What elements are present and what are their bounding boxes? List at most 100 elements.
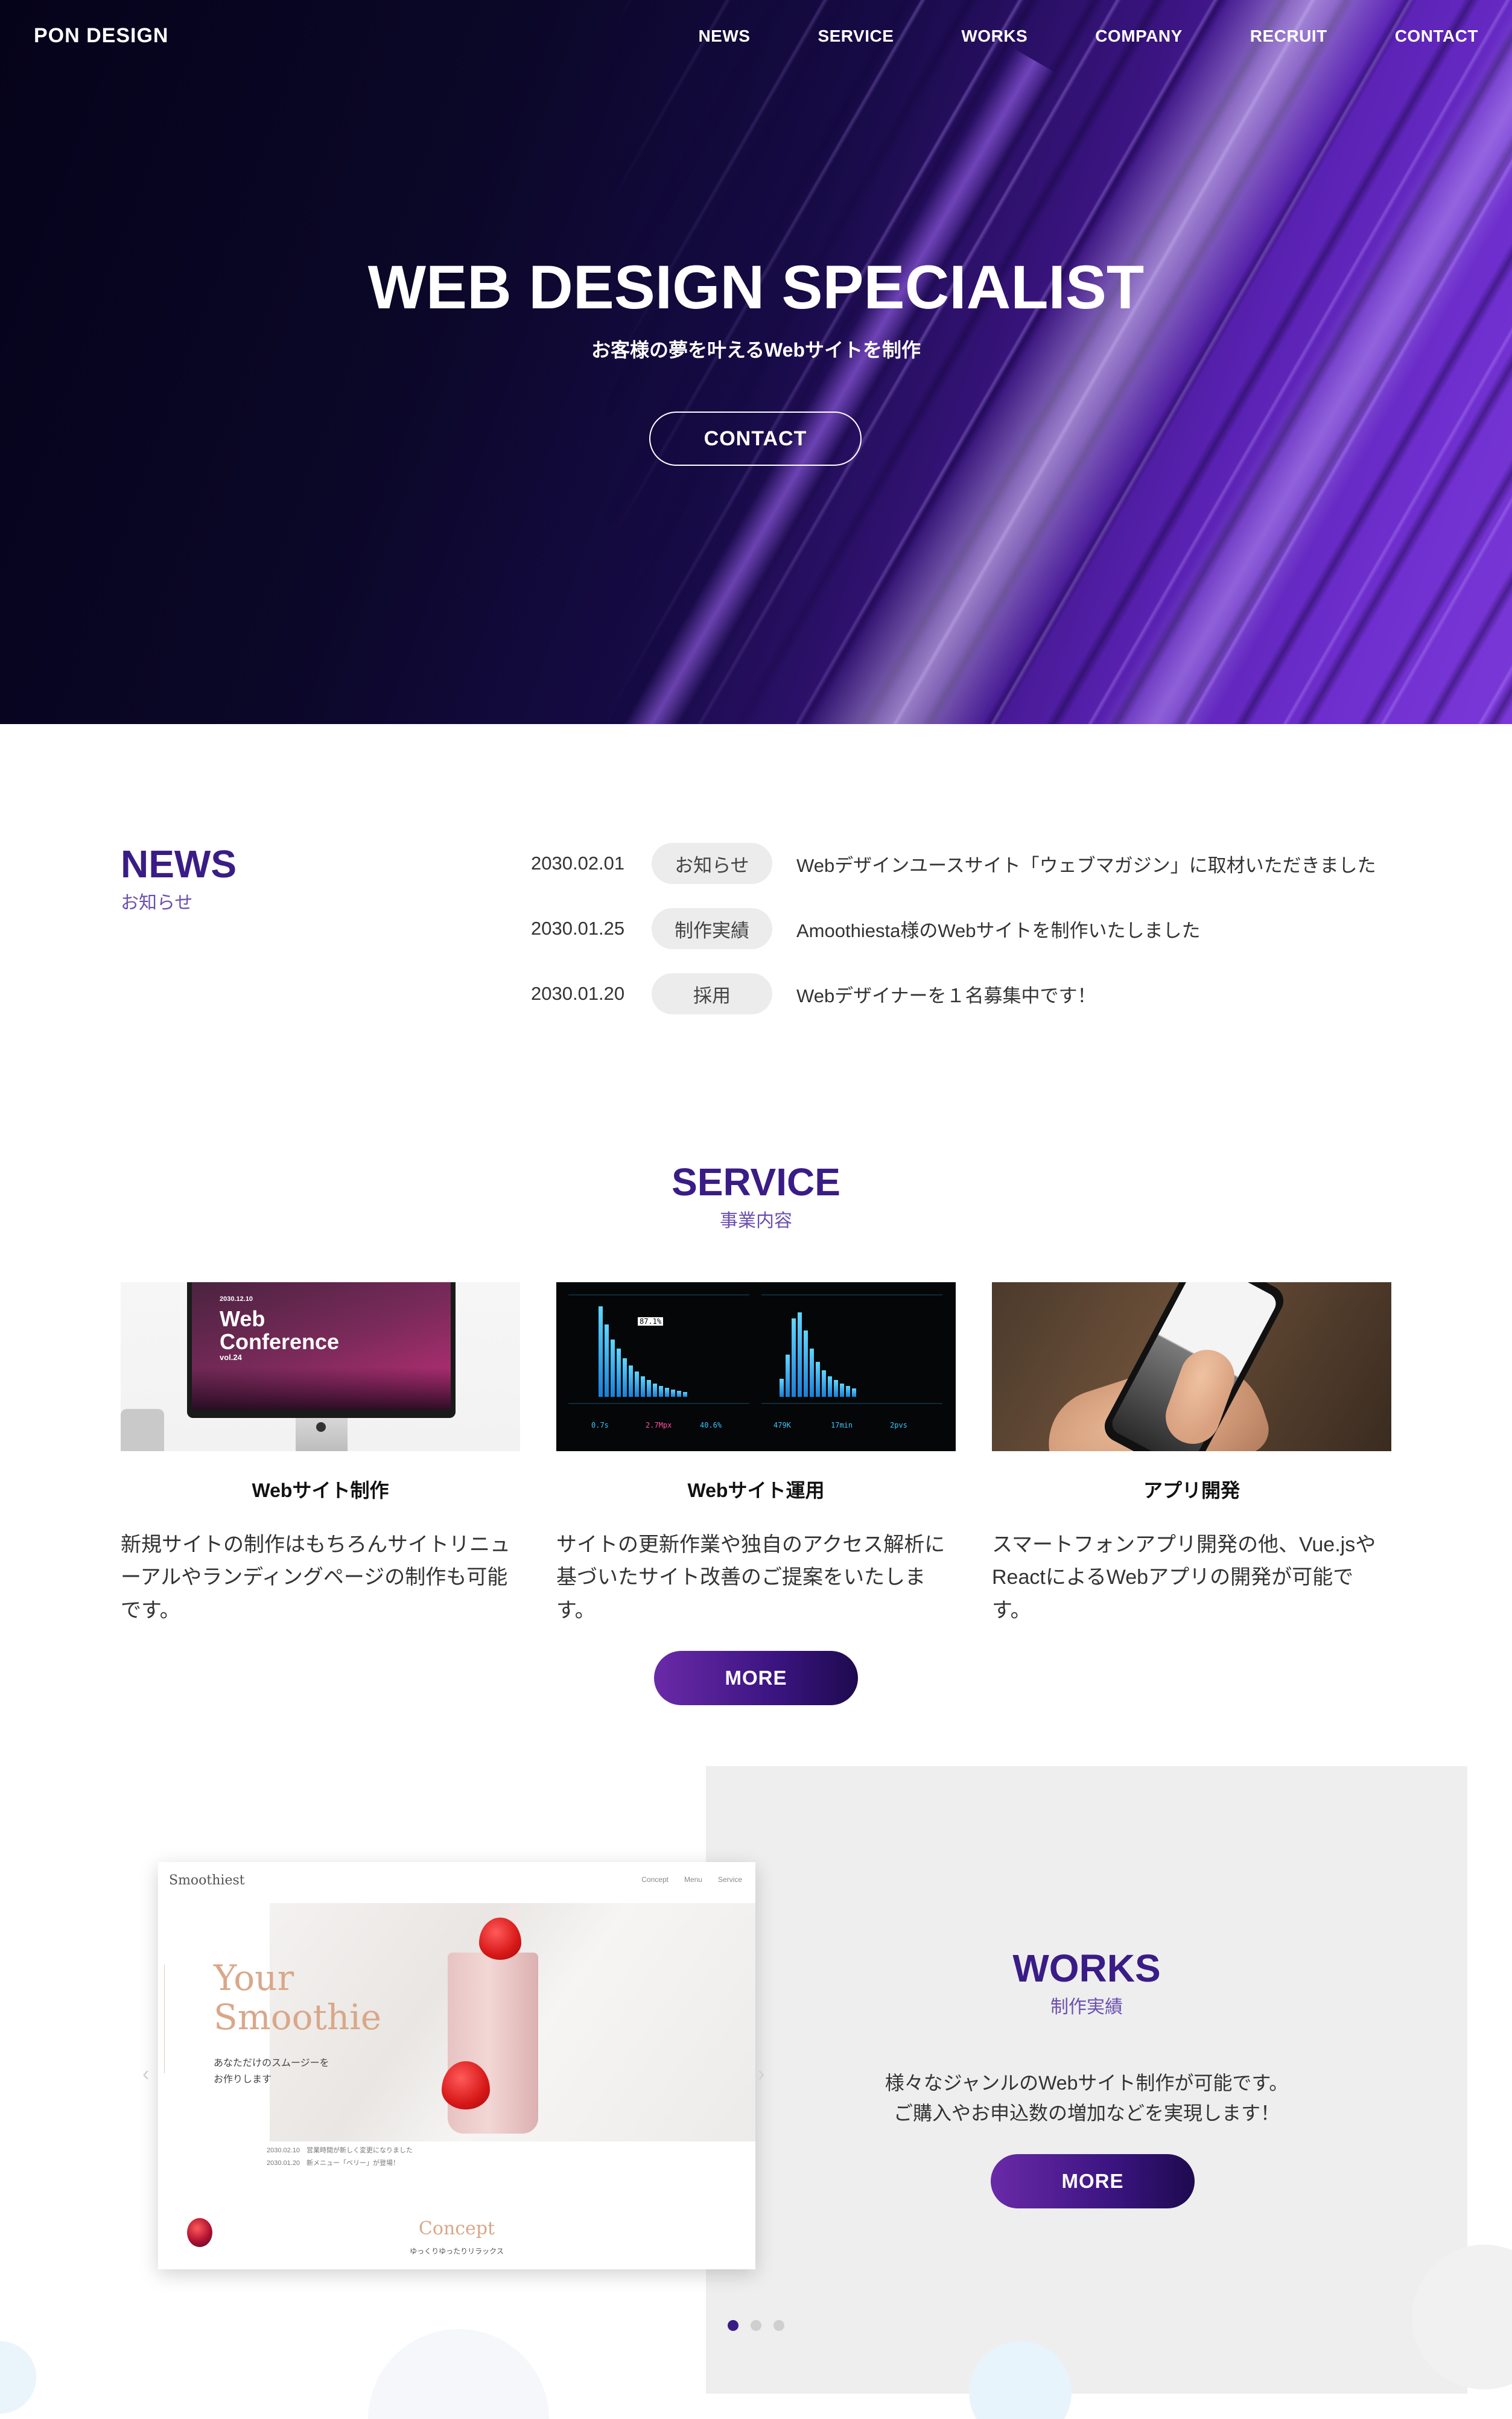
dashboard-stat: 479K	[773, 1421, 791, 1429]
mock-logo: Smoothiest	[169, 1873, 245, 1888]
monitor-shape: 2030.12.10 Web Conference vol.24	[187, 1282, 456, 1418]
mock-copy-line: お作りします	[214, 2074, 272, 2085]
works-slide-smoothie-site[interactable]: Smoothiest Concept Menu Service Your Smo…	[158, 1862, 755, 2269]
global-nav: NEWS SERVICE WORKS COMPANY RECRUIT CONTA…	[698, 27, 1478, 46]
news-date: 2030.01.25	[531, 918, 625, 939]
hero-subtitle: お客様の夢を叶えるWebサイトを制作	[591, 339, 921, 361]
works-description-line: 様々なジャンルのWebサイト制作が可能です。	[885, 2072, 1289, 2094]
works-more-button[interactable]: MORE	[991, 2154, 1195, 2208]
mock-news-line: 2030.01.20 新メニュー「ベリー」が登場！	[267, 2159, 400, 2167]
service-card-title: Webサイト運用	[687, 1480, 825, 1501]
news-link[interactable]: Webデザインユースサイト「ウェブマガジン」に取材いただきました	[796, 850, 1376, 877]
dashboard-gridline	[568, 1294, 749, 1295]
dashboard-stat: 40.6%	[700, 1421, 722, 1429]
service-image-monitor: 2030.12.10 Web Conference vol.24	[121, 1282, 520, 1451]
nav-contact[interactable]: CONTACT	[1395, 27, 1478, 46]
service-card-text: 新規サイトの制作はもちろんサイトリニューアルやランディングページの制作も可能です…	[121, 1533, 510, 1622]
dashboard-badge: 87.1%	[638, 1317, 664, 1326]
nav-works[interactable]: WORKS	[961, 27, 1028, 46]
mock-nav-item: Concept	[641, 1875, 669, 1884]
mock-title: Your Smoothie	[214, 1959, 381, 2037]
service-card-title: アプリ開発	[1143, 1480, 1240, 1501]
news-item[interactable]: 2030.01.20 採用 Webデザイナーを１名募集中です！	[531, 972, 1400, 1016]
service-card-web-operation: 87.1% 0.7s 2.7Mpx 40.6% 479K 17min 2pvs …	[556, 1282, 956, 1627]
news-title: NEWS	[121, 842, 237, 886]
hero-section: PON DESIGN NEWS SERVICE WORKS COMPANY RE…	[0, 0, 1512, 724]
mock-title-line: Smoothie	[214, 1996, 382, 2038]
crowd-shape	[192, 1367, 451, 1410]
works-description-line: ご購入やお申込数の増加などを実現します！	[893, 2102, 1280, 2124]
carousel-dots	[728, 2320, 784, 2331]
service-cards: 2030.12.10 Web Conference vol.24 Webサイト制…	[121, 1282, 1391, 1627]
works-description: 様々なジャンルのWebサイト制作が可能です。 ご購入やお申込数の増加などを実現し…	[706, 2068, 1467, 2128]
news-link[interactable]: Amoothiesta様のWebサイトを制作いたしました	[796, 915, 1201, 942]
site-logo[interactable]: PON DESIGN	[34, 24, 168, 48]
mock-nav: Concept Menu Service	[641, 1875, 742, 1884]
service-card-web-production: 2030.12.10 Web Conference vol.24 Webサイト制…	[121, 1282, 520, 1627]
nav-news[interactable]: NEWS	[698, 27, 750, 46]
decorative-circle	[368, 2329, 549, 2419]
service-card-app-development: アプリ開発 スマートフォンアプリ開発の他、Vue.jsやReactによるWebア…	[992, 1282, 1391, 1627]
mock-news: 2030.02.10 営業時間が新しく変更になりました 2030.01.20 新…	[267, 2144, 413, 2170]
mock-news-line: 2030.02.10 営業時間が新しく変更になりました	[267, 2147, 413, 2154]
service-title: SERVICE	[672, 1160, 840, 1204]
carousel-prev-icon[interactable]: ‹	[142, 2062, 149, 2086]
news-date: 2030.01.20	[531, 983, 625, 1004]
service-card-text: サイトの更新作業や独自のアクセス解析に基づいたサイト改善のご提案をいたします。	[556, 1533, 945, 1622]
decorative-circle	[0, 2341, 36, 2414]
news-category-badge: 制作実績	[652, 908, 772, 949]
news-item[interactable]: 2030.01.25 制作実績 Amoothiesta様のWebサイトを制作いた…	[531, 907, 1400, 950]
service-card-title: Webサイト制作	[252, 1480, 389, 1501]
news-category-badge: 採用	[652, 973, 772, 1014]
nav-service[interactable]: SERVICE	[818, 27, 894, 46]
news-item[interactable]: 2030.02.01 お知らせ Webデザインユースサイト「ウェブマガジン」に取…	[531, 842, 1400, 885]
hero-contact-button[interactable]: CONTACT	[649, 412, 862, 466]
mock-concept-sub: ゆっくりゆったりリラックス	[410, 2247, 504, 2255]
speaker-shape	[121, 1409, 164, 1451]
dashboard-stat: 17min	[831, 1421, 853, 1429]
service-more-button[interactable]: MORE	[654, 1651, 858, 1705]
conference-line-2: Conference	[220, 1329, 340, 1354]
apple-logo-icon	[316, 1422, 326, 1432]
dashboard-bar-chart-right	[780, 1306, 856, 1397]
carousel-dot-1[interactable]	[728, 2320, 739, 2331]
news-category-badge: お知らせ	[652, 843, 772, 884]
works-title: WORKS	[1012, 1947, 1161, 1990]
service-card-text: スマートフォンアプリ開発の他、Vue.jsやReactによるWebアプリの開発が…	[992, 1533, 1376, 1622]
works-heading: WORKS 制作実績	[706, 1946, 1467, 2018]
news-list: 2030.02.01 お知らせ Webデザインユースサイト「ウェブマガジン」に取…	[531, 842, 1400, 1037]
service-subtitle: 事業内容	[720, 1211, 792, 1231]
dashboard-bar-chart-left	[599, 1300, 687, 1397]
news-heading: NEWS お知らせ	[121, 842, 237, 914]
dashboard-stat: 2.7Mpx	[646, 1421, 672, 1429]
dashboard-gridline	[761, 1294, 942, 1295]
dashboard-gridline	[761, 1403, 942, 1404]
news-subtitle: お知らせ	[121, 893, 193, 913]
service-heading: SERVICE 事業内容	[0, 1160, 1512, 1232]
works-subtitle: 制作実績	[1050, 1997, 1123, 2017]
mock-concept-heading: Concept	[418, 2218, 495, 2239]
conference-screen: 2030.12.10 Web Conference vol.24	[192, 1282, 451, 1410]
service-image-dashboard: 87.1% 0.7s 2.7Mpx 40.6% 479K 17min 2pvs	[556, 1282, 956, 1451]
dashboard-gridline	[568, 1403, 749, 1404]
service-image-smartphone	[992, 1282, 1391, 1451]
dashboard-stat: 2pvs	[890, 1421, 907, 1429]
conference-date: 2030.12.10	[220, 1295, 253, 1303]
news-date: 2030.02.01	[531, 853, 625, 874]
nav-company[interactable]: COMPANY	[1095, 27, 1183, 46]
mock-vertical-line	[164, 1965, 173, 2073]
mock-nav-item: Menu	[684, 1875, 702, 1884]
news-link[interactable]: Webデザイナーを１名募集中です！	[796, 981, 1096, 1008]
mock-title-line: Your	[214, 1957, 294, 1998]
mock-copy: あなただけのスムージーを お作りします	[214, 2055, 329, 2088]
dashboard-stat: 0.7s	[591, 1421, 609, 1429]
mock-nav-item: Service	[717, 1875, 742, 1884]
mock-copy-line: あなただけのスムージーを	[214, 2058, 329, 2068]
conference-line-1: Web	[220, 1306, 265, 1331]
carousel-dot-3[interactable]	[773, 2320, 784, 2331]
nav-recruit[interactable]: RECRUIT	[1250, 27, 1327, 46]
carousel-dot-2[interactable]	[751, 2320, 761, 2331]
conference-title: Web Conference vol.24	[220, 1308, 339, 1361]
hero-title: WEB DESIGN SPECIALIST	[367, 253, 1145, 322]
conference-line-3: vol.24	[220, 1352, 242, 1362]
